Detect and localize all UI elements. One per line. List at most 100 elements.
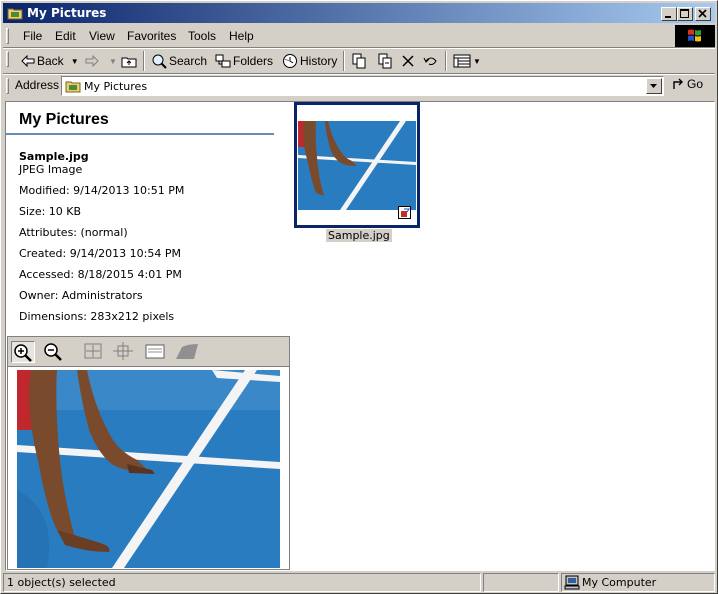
status-selection: 1 object(s) selected — [3, 573, 481, 592]
image-file-icon — [398, 206, 412, 220]
address-bar: Address My Pictures Go — [3, 75, 715, 97]
up-button[interactable] — [121, 51, 139, 71]
thumbnail-image — [298, 121, 416, 210]
menu-grip[interactable] — [6, 28, 9, 44]
file-size: Size: 10 KB — [19, 205, 82, 218]
windows-logo — [675, 25, 715, 47]
menu-bar: File Edit View Favorites Tools Help — [3, 25, 715, 47]
chevron-down-icon — [650, 84, 657, 88]
undo-icon — [423, 57, 437, 66]
pane-title-rule — [6, 133, 274, 135]
move-to-icon — [352, 53, 366, 69]
back-arrow-icon — [21, 55, 35, 67]
forward-dropdown-icon[interactable]: ▼ — [109, 57, 117, 66]
back-label: Back — [37, 54, 64, 68]
undo-button[interactable] — [423, 51, 441, 71]
maximize-icon — [680, 9, 689, 18]
pane-title: My Pictures — [19, 111, 109, 128]
toolbar-separator — [143, 51, 145, 71]
status-zone-label: My Computer — [582, 576, 657, 589]
maximize-button[interactable] — [677, 7, 693, 21]
image-preview-panel — [7, 336, 290, 570]
folders-button[interactable]: Folders — [215, 51, 273, 71]
address-label: Address — [15, 78, 60, 92]
go-button[interactable]: Go — [671, 77, 703, 91]
file-created: Created: 9/14/2013 10:54 PM — [19, 247, 181, 260]
slideshow-icon — [145, 344, 165, 359]
file-thumbnail[interactable] — [294, 102, 420, 228]
menu-edit[interactable]: Edit — [55, 29, 76, 43]
computer-icon — [564, 575, 580, 590]
address-grip[interactable] — [6, 78, 9, 94]
copy-to-icon — [378, 53, 392, 69]
selected-file-name: Sample.jpg — [19, 150, 89, 163]
zoom-out-icon — [44, 343, 62, 361]
zoom-out-button[interactable] — [42, 341, 66, 363]
file-attributes: Attributes: (normal) — [19, 226, 128, 239]
preview-toolbar — [8, 337, 289, 367]
back-dropdown-icon[interactable]: ▼ — [71, 57, 79, 66]
history-icon — [283, 54, 297, 68]
actual-size-icon — [113, 342, 133, 360]
file-dimensions: Dimensions: 283x212 pixels — [19, 310, 175, 323]
preview-image — [17, 370, 280, 568]
folder-view: My Pictures Sample.jpg JPEG Image Modifi… — [5, 101, 715, 571]
go-label: Go — [687, 77, 704, 91]
best-fit-button[interactable] — [82, 341, 106, 363]
minimize-icon — [665, 16, 671, 18]
views-dropdown-icon[interactable]: ▼ — [473, 57, 481, 66]
search-icon — [152, 54, 167, 69]
file-owner: Owner: Administrators — [19, 289, 143, 302]
toolbar-separator — [445, 51, 447, 71]
forward-button[interactable]: ▼ — [85, 51, 117, 71]
address-value: My Pictures — [84, 80, 148, 93]
menu-favorites[interactable]: Favorites — [127, 29, 176, 43]
image-preview-button[interactable] — [174, 341, 198, 363]
folders-icon — [215, 54, 231, 68]
move-to-button[interactable] — [351, 51, 369, 71]
close-button[interactable] — [695, 7, 711, 21]
status-empty-panel — [483, 573, 559, 592]
search-label: Search — [169, 54, 208, 68]
standard-toolbar: Back ▼ ▼ Search Folders History ▼ — [3, 48, 715, 74]
menu-view[interactable]: View — [89, 29, 115, 43]
toolbar-separator — [343, 51, 345, 71]
slideshow-button[interactable] — [144, 341, 168, 363]
folder-icon — [65, 81, 81, 93]
menu-file[interactable]: File — [23, 29, 42, 43]
minimize-button[interactable] — [661, 7, 677, 21]
delete-icon — [402, 55, 414, 67]
file-modified: Modified: 9/14/2013 10:51 PM — [19, 184, 185, 197]
forward-arrow-icon — [85, 55, 99, 67]
address-input[interactable]: My Pictures — [61, 76, 664, 96]
delete-button[interactable] — [401, 51, 417, 71]
title-bar[interactable]: My Pictures — [3, 3, 715, 23]
back-button[interactable]: Back ▼ — [21, 51, 79, 71]
toolbar-grip[interactable] — [6, 51, 9, 67]
thumbnail-label[interactable]: Sample.jpg — [326, 229, 392, 242]
folders-label: Folders — [233, 54, 274, 68]
window-title: My Pictures — [27, 6, 107, 20]
menu-tools[interactable]: Tools — [188, 29, 216, 43]
views-icon — [453, 54, 471, 68]
explorer-window: My Pictures File Edit View Favorites Too… — [0, 0, 718, 594]
best-fit-icon — [84, 343, 102, 359]
status-zone: My Computer — [561, 573, 715, 592]
menu-help[interactable]: Help — [229, 29, 254, 43]
search-button[interactable]: Search — [151, 51, 207, 71]
zoom-in-icon — [14, 344, 32, 362]
up-folder-icon — [121, 57, 137, 68]
zoom-in-button[interactable] — [11, 341, 35, 363]
image-preview-icon — [176, 344, 198, 359]
views-button[interactable]: ▼ — [453, 51, 481, 71]
selected-file-type: JPEG Image — [19, 163, 83, 176]
history-button[interactable]: History — [282, 51, 337, 71]
actual-size-button[interactable] — [112, 341, 136, 363]
copy-to-button[interactable] — [377, 51, 395, 71]
close-icon — [698, 9, 707, 18]
history-label: History — [300, 54, 338, 68]
go-arrow-icon — [673, 78, 683, 89]
folder-icon — [7, 8, 23, 20]
status-bar: 1 object(s) selected My Computer — [3, 573, 715, 593]
address-dropdown-button[interactable] — [646, 78, 662, 94]
